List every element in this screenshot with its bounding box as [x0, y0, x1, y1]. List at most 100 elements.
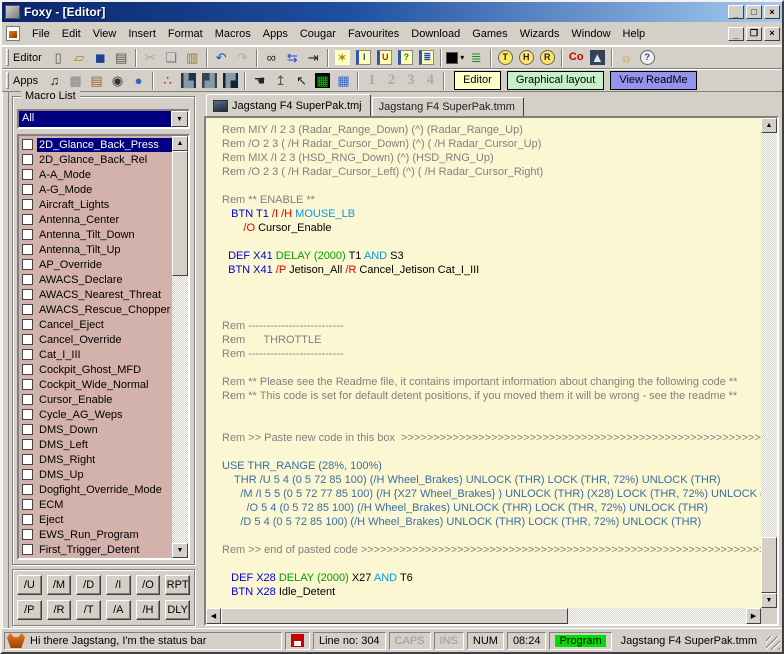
code-line[interactable]: Rem MIX /I 2 3 (HSD_RNG_Down) (^) (HSD_R… — [222, 151, 759, 165]
macro-item-eject[interactable]: Eject — [19, 512, 172, 527]
bubble-h-icon[interactable]: H — [516, 48, 537, 68]
macro-checkbox[interactable] — [22, 154, 33, 165]
modifier-p-button[interactable]: /P — [17, 600, 42, 620]
code-line[interactable]: Rem -------------------------- — [222, 319, 759, 333]
menu-cougar[interactable]: Cougar — [294, 25, 342, 43]
modifier-r-button[interactable]: /R — [47, 600, 72, 620]
macro-label[interactable]: Cancel_Override — [37, 333, 172, 347]
keymap-pattern-icon[interactable]: ▩ — [65, 71, 86, 91]
macro-checkbox[interactable] — [22, 274, 33, 285]
macro-label[interactable]: AWACS_Rescue_Chopper — [37, 303, 172, 317]
code-line[interactable]: Rem >> Paste new code in this box >>>>>>… — [222, 431, 759, 445]
code-line[interactable] — [222, 403, 759, 417]
macro-item-dogfight_override_mode[interactable]: Dogfight_Override_Mode — [19, 482, 172, 497]
macro-item-antenna_tilt_down[interactable]: Antenna_Tilt_Down — [19, 227, 172, 242]
code-line[interactable]: /D 5 4 (0 5 72 85 100) (/H Wheel_Brakes)… — [222, 515, 759, 529]
bubble-r-icon[interactable]: R — [537, 48, 558, 68]
macro-label[interactable]: DMS_Left — [37, 438, 172, 452]
music-score-icon[interactable]: ♫ — [44, 71, 65, 91]
menu-view[interactable]: View — [87, 25, 123, 43]
camera-icon[interactable]: ◉ — [107, 71, 128, 91]
menu-macros[interactable]: Macros — [209, 25, 257, 43]
macro-label[interactable]: AWACS_Nearest_Threat — [37, 288, 172, 302]
photo-3-icon[interactable]: ▛ — [220, 71, 241, 91]
scroll-down-icon[interactable]: ▼ — [172, 543, 188, 558]
macro-item-cockpit_ghost_mfd[interactable]: Cockpit_Ghost_MFD — [19, 362, 172, 377]
maximize-button[interactable]: □ — [746, 5, 762, 19]
code-line[interactable]: /O Cursor_Enable — [222, 221, 759, 235]
macro-item-antenna_center[interactable]: Antenna_Center — [19, 212, 172, 227]
macro-checkbox[interactable] — [22, 289, 33, 300]
macro-checkbox[interactable] — [22, 304, 33, 315]
modifier-i-button[interactable]: /I — [106, 575, 131, 595]
new-file-icon[interactable]: ▯ — [48, 48, 69, 68]
help-bubble-icon[interactable]: ? — [637, 48, 658, 68]
macro-checkbox[interactable] — [22, 514, 33, 525]
code-line[interactable] — [222, 417, 759, 431]
macro-item-cockpit_wide_normal[interactable]: Cockpit_Wide_Normal — [19, 377, 172, 392]
cougar-icon[interactable]: Co — [566, 48, 587, 68]
checklist-icon[interactable]: ∴ — [157, 71, 178, 91]
macro-checkbox[interactable] — [22, 379, 33, 390]
code-line[interactable]: THR /U 5 4 (0 5 72 85 100) (/H Wheel_Bra… — [222, 473, 759, 487]
macro-label[interactable]: A-G_Mode — [37, 183, 172, 197]
macro-label[interactable]: Cat_I_III — [37, 348, 172, 362]
macro-item-fov[interactable]: FOV — [19, 557, 172, 558]
code-line[interactable] — [222, 361, 759, 375]
rocket-icon[interactable]: ↥ — [270, 71, 291, 91]
code-line[interactable]: Rem >> end of pasted code >>>>>>>>>>>>>>… — [222, 543, 759, 557]
modifier-m-button[interactable]: /M — [47, 575, 72, 595]
macro-item-ecm[interactable]: ECM — [19, 497, 172, 512]
scroll-down-icon[interactable]: ▼ — [761, 593, 777, 608]
code-line[interactable]: Rem MIY /I 2 3 (Radar_Range_Down) (^) (R… — [222, 123, 759, 137]
scrollbar-thumb[interactable] — [172, 151, 188, 276]
replace-icon[interactable]: ⇆ — [282, 48, 303, 68]
scroll-right-icon[interactable]: ▶ — [746, 608, 761, 624]
modifier-a-button[interactable]: /A — [106, 600, 131, 620]
macro-checkbox[interactable] — [22, 409, 33, 420]
macro-label[interactable]: ECM — [37, 498, 172, 512]
macro-item-aircraft_lights[interactable]: Aircraft_Lights — [19, 197, 172, 212]
dropdown-arrow-icon[interactable]: ▼ — [171, 111, 188, 127]
resize-grip[interactable] — [766, 636, 780, 650]
book-icon[interactable]: ▤ — [86, 71, 107, 91]
macro-label[interactable]: 2D_Glance_Back_Press — [37, 138, 172, 152]
mouse-icon[interactable]: ● — [128, 71, 149, 91]
macro-checkbox[interactable] — [22, 469, 33, 480]
code-line[interactable]: USE THR_RANGE (28%, 100%) — [222, 459, 759, 473]
toolbar-drag-handle[interactable] — [6, 72, 9, 89]
menu-format[interactable]: Format — [162, 25, 209, 43]
child-restore-button[interactable]: ❐ — [746, 27, 762, 41]
modifier-u-button[interactable]: /U — [17, 575, 42, 595]
graphical-layout-button[interactable]: Graphical layout — [507, 71, 605, 90]
macro-checkbox[interactable] — [22, 199, 33, 210]
child-minimize-button[interactable]: _ — [728, 27, 744, 41]
code-line[interactable] — [222, 235, 759, 249]
grid-green-icon[interactable]: ▦ — [312, 71, 333, 91]
code-line[interactable]: DEF X28 DELAY (2000) X27 AND T6 — [222, 571, 759, 585]
code-line[interactable] — [222, 277, 759, 291]
macro-file-help-icon[interactable]: ? — [395, 48, 416, 68]
tip-lightbulb-icon[interactable]: ☼ — [616, 48, 637, 68]
macro-label[interactable]: Aircraft_Lights — [37, 198, 172, 212]
modifier-t-button[interactable]: /T — [76, 600, 101, 620]
photo-2-icon[interactable]: ▟ — [199, 71, 220, 91]
code-line[interactable] — [222, 557, 759, 571]
copy-icon[interactable]: ❏ — [161, 48, 182, 68]
macro-item-dms_right[interactable]: DMS_Right — [19, 452, 172, 467]
code-line[interactable]: BTN X28 Idle_Detent — [222, 585, 759, 599]
code-line[interactable] — [222, 291, 759, 305]
macro-item-awacs_nearest_threat[interactable]: AWACS_Nearest_Threat — [19, 287, 172, 302]
macro-label[interactable]: Cockpit_Wide_Normal — [37, 378, 172, 392]
macro-checkbox[interactable] — [22, 244, 33, 255]
macro-filter-dropdown[interactable]: All ▼ — [17, 109, 190, 129]
code-line[interactable]: Rem THROTTLE — [222, 333, 759, 347]
scrollbar-track[interactable] — [172, 151, 188, 543]
joystick-icon[interactable]: ▲ — [587, 48, 608, 68]
macro-item-ews_run_program[interactable]: EWS_Run_Program — [19, 527, 172, 542]
code-line[interactable]: Rem -------------------------- — [222, 347, 759, 361]
code-line[interactable]: BTN X41 /P Jetison_All /R Cancel_Jetison… — [222, 263, 759, 277]
paste-icon[interactable]: ▥ — [182, 48, 203, 68]
code-line[interactable] — [222, 529, 759, 543]
code-line[interactable]: BTN T1 /I /H MOUSE_LB — [222, 207, 759, 221]
